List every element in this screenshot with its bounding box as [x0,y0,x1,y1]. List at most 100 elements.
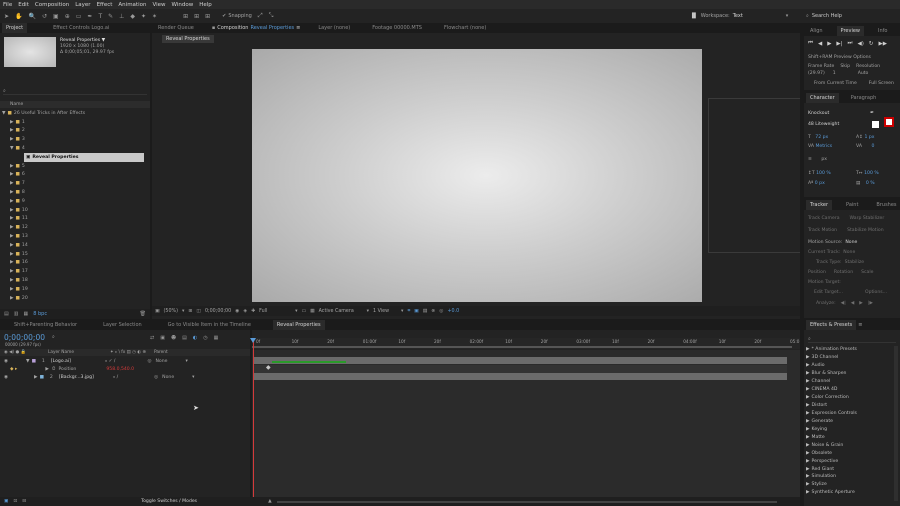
track-type-dropdown[interactable]: Stabilize [845,260,865,265]
expand-icon[interactable]: ▶ [806,347,810,352]
skip-dropdown[interactable]: 1 [833,71,836,76]
parent-dropdown[interactable]: None [162,375,192,380]
effect-category[interactable]: ▶ Matte [806,433,892,441]
folder-item[interactable]: ▶ ■ 12 [2,223,144,232]
tab-project[interactable]: Project [2,23,28,33]
expand-icon[interactable]: ▶ [10,120,14,125]
zoom-out-icon[interactable]: ▲ [268,499,272,504]
viewer-timecode[interactable]: 0;00;00;00 [205,309,231,314]
expand-icon[interactable]: ▶ [10,181,14,186]
folder-item[interactable]: ▶ ■ 16 [2,259,144,268]
view-axis-icon[interactable]: ⊞ [205,13,210,20]
analyze-back-icon[interactable]: ◀ [851,301,855,306]
workspace-dropdown[interactable]: Text [733,13,783,19]
current-track-dropdown[interactable]: None [843,250,855,255]
comp-flowchart-icon[interactable]: ⇄ [150,335,154,341]
expand-icon[interactable]: ▶ [806,482,810,487]
zoom-tool-icon[interactable]: 🔍 [29,13,36,20]
zoom-slider[interactable] [276,500,777,503]
show-snapshot-icon[interactable]: ◈ [243,309,247,314]
bpc-label[interactable]: 8 bpc [33,311,47,317]
menu-file[interactable]: File [3,2,12,8]
options-button[interactable]: Options... [865,290,887,295]
analyze-forward-frame-icon[interactable]: |▶ [868,301,873,306]
tab-composition[interactable]: ▪ Composition Reveal Properties ≡ [212,25,301,31]
roto-brush-tool-icon[interactable]: ✦ [141,13,146,20]
vertical-scale-value[interactable]: 100 % [816,171,831,176]
parent-pickwhip-icon[interactable]: ◎ [147,359,151,364]
loop-icon[interactable]: ↻ [869,41,874,47]
ram-options[interactable]: Shift+RAM Preview Options [808,55,871,60]
search-help-input[interactable]: Search Help [812,13,842,19]
reset-exposure-icon[interactable]: ◎ [439,309,443,314]
tab-footage[interactable]: Footage 00000.MTS [368,23,426,33]
rotation-checkbox[interactable]: Rotation [834,270,853,275]
draft-3d-icon[interactable]: ▣ [160,335,165,341]
folder-item[interactable]: ▼ ■ 4 [2,144,144,153]
expand-icon[interactable]: ▶ [806,451,810,456]
shy-icon[interactable]: ☻ [171,335,176,341]
folder-item[interactable]: ▶ ■ 20 [2,294,144,303]
chevron-down-icon[interactable]: ▾ [192,375,194,380]
menu-window[interactable]: Window [172,2,194,8]
tab-brushes[interactable]: Brushes [872,200,900,210]
position-checkbox[interactable]: Position [808,270,826,275]
effect-category[interactable]: ▶ Perspective [806,457,892,465]
panel-menu-icon[interactable]: ≡ [858,322,862,328]
pen-tool-icon[interactable]: ✒ [87,13,92,20]
expand-icon[interactable]: ▼ [2,111,6,116]
mute-icon[interactable]: ◀) [857,41,863,47]
tab-tracker[interactable]: Tracker [806,200,833,210]
expand-icon[interactable]: ▶ [806,395,810,400]
from-current-time-button[interactable]: From Current Time [814,81,857,86]
expand-icon[interactable]: ▶ [806,435,810,440]
frame-blend-icon[interactable]: ▤ [182,335,187,341]
chevron-down-icon[interactable]: ▾ [786,13,789,19]
tracking-value[interactable]: 0 [871,144,874,149]
folder-item[interactable]: ▶ ■ 3 [2,135,144,144]
menu-layer[interactable]: Layer [75,2,90,8]
expand-icon[interactable]: ▼ [26,359,30,364]
tab-info[interactable]: Info [874,26,891,36]
puppet-tool-icon[interactable]: ✶ [152,13,157,20]
stroke-color-swatch[interactable] [884,117,894,127]
color-channel-icon[interactable]: ✚ [251,309,255,314]
position-value[interactable]: 958.0,540.0 [106,367,134,372]
layer-label-color[interactable]: ■ [32,359,36,364]
roi-icon[interactable]: ▭ [302,309,307,314]
folder-item[interactable]: ▶ ■ 18 [2,276,144,285]
parent-pickwhip-icon[interactable]: ◎ [154,375,158,380]
effect-category[interactable]: ▶ Noise & Grain [806,441,892,449]
work-area-bar[interactable] [252,346,792,348]
snapshot-icon[interactable]: ◉ [235,309,239,314]
tab-go-to-visible[interactable]: Go to Visible Item in the Timeline [164,320,255,330]
expand-icon[interactable]: ▶ [45,367,49,372]
pan-behind-tool-icon[interactable]: ⊕ [65,13,70,20]
tab-flowchart[interactable]: Flowchart (none) [440,23,490,33]
graph-editor-icon[interactable]: ◷ [203,335,207,341]
camera-dropdown[interactable]: Active Camera [319,309,363,314]
keyframe-nav-icon[interactable]: ◆ ▸ [10,367,17,372]
workspace-menu-icon[interactable]: ▐▌ [690,13,698,19]
hand-tool-icon[interactable]: ✋ [15,13,22,20]
expand-icon[interactable]: ▶ [10,190,14,195]
expand-icon[interactable]: ▶ [806,403,810,408]
analyze-forward-icon[interactable]: ▶ [859,301,863,306]
root-folder[interactable]: ▼ ■ 26 Useful Tricks in After Effects [2,109,144,118]
effect-category[interactable]: ▶ Channel [806,378,892,386]
expand-icon[interactable]: ▶ [10,234,14,239]
fast-preview-icon[interactable]: ▣ [414,309,419,314]
horizontal-scale-value[interactable]: 100 % [864,171,879,176]
menu-edit[interactable]: Edit [18,2,29,8]
eyedropper-icon[interactable]: ✒ [870,110,874,116]
warp-stabilizer-button[interactable]: Warp Stabilizer [850,216,885,221]
effect-category[interactable]: ▶ Synthetic Aperture [806,489,892,497]
analyze-back-frame-icon[interactable]: ◀| [841,301,846,306]
expand-icon[interactable]: ▶ [806,371,810,376]
clone-stamp-tool-icon[interactable]: ⊥ [119,13,124,20]
track-camera-button[interactable]: Track Camera [808,216,840,221]
rotate-tool-icon[interactable]: ↺ [42,13,47,20]
tab-align[interactable]: Align [806,26,827,36]
expand-icon[interactable]: ▶ [10,137,14,142]
chevron-down-icon[interactable]: ▾ [367,309,369,314]
